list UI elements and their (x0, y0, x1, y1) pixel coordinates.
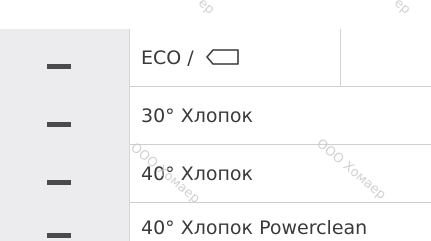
watermark-fragment: ер (391, 0, 414, 18)
program-label: 30° Хлопок (141, 105, 254, 127)
row-marker-dash (47, 122, 71, 127)
watermark-fragment: ер (195, 0, 218, 18)
program-list-screen: ECO / 30° Хлопок 40° Хлопок 40° Хлопок P… (0, 0, 431, 241)
row-marker-dash (47, 64, 71, 69)
table-row-eco[interactable]: ECO / (130, 29, 431, 87)
program-label: ECO / (141, 47, 194, 69)
row-marker-dash (47, 180, 71, 185)
table-cell-label: ECO / (141, 46, 240, 72)
table-row-cotton-30[interactable]: 30° Хлопок (130, 87, 431, 145)
program-table: ECO / 30° Хлопок 40° Хлопок 40° Хлопок P… (129, 29, 431, 241)
column-divider (340, 29, 341, 86)
row-marker-dash (47, 233, 71, 238)
table-row-cotton-40-powerclean[interactable]: 40° Хлопок Powerclean (130, 203, 431, 241)
tray-outline-icon (205, 48, 240, 72)
program-label: 40° Хлопок Powerclean (141, 217, 368, 239)
